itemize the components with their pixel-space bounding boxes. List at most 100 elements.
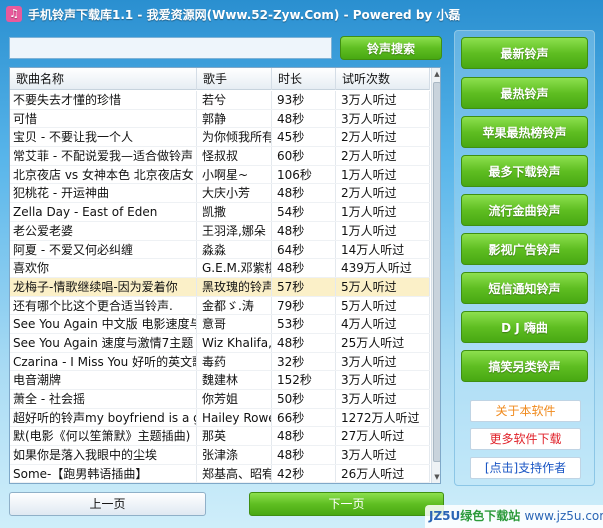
- table-row[interactable]: 老公爱老婆 王羽泽,娜朵 48秒 1万人听过: [10, 221, 430, 241]
- cell-singer: 郑基高、昭宥: [197, 464, 272, 483]
- support-author-link[interactable]: [点击]支持作者: [470, 457, 581, 479]
- watermark-brand-b: 绿色下载站: [460, 509, 521, 523]
- category-most-downloaded-button[interactable]: 最多下载铃声: [461, 155, 588, 187]
- cell-song-name: 不要失去才懂的珍惜: [10, 91, 197, 109]
- category-film-ad-button[interactable]: 影视广告铃声: [461, 233, 588, 265]
- cell-song-name: Some-【跑男韩语插曲】: [10, 464, 197, 483]
- cell-singer: 那英: [197, 427, 272, 446]
- search-input[interactable]: [9, 37, 332, 59]
- table-row[interactable]: 电音潮牌 魏建林 152秒 3万人听过: [10, 371, 430, 390]
- scroll-up-arrow-icon[interactable]: ▲: [432, 68, 440, 80]
- cell-duration: 93秒: [272, 91, 336, 109]
- table-body: 不要失去才懂的珍惜 若兮 93秒 3万人听过 可惜 郭静 48秒 3万人听过 宝贝 - 不要让我…: [10, 91, 430, 483]
- cell-listen-count: 27万人听过: [336, 427, 430, 446]
- category-hottest-button[interactable]: 最热铃声: [461, 77, 588, 109]
- cell-duration: 53秒: [272, 315, 336, 333]
- table-row[interactable]: 常艾菲 - 不配说爱我—适合做铃声 怪叔叔 60秒 2万人听过: [10, 147, 430, 166]
- cell-listen-count: 2万人听过: [336, 128, 430, 147]
- cell-singer: 王羽泽,娜朵: [197, 221, 272, 240]
- table-row[interactable]: 默(电影《何以笙箫默》主题插曲) 那英 48秒 27万人听过: [10, 427, 430, 447]
- table-row[interactable]: 可惜 郭静 48秒 3万人听过: [10, 109, 430, 129]
- cell-duration: 48秒: [272, 446, 336, 464]
- table-row[interactable]: 还有哪个比这个更合适当铃声. 金都ゞ.涛 79秒 5万人听过: [10, 296, 430, 316]
- cell-song-name: 北京夜店 vs 女神本色 北京夜店女: [10, 165, 197, 184]
- site-watermark: JZ5U绿色下载站 www.jz5u.com: [425, 505, 603, 528]
- cell-song-name: 龙梅子-情歌继续唱-因为爱着你: [10, 277, 197, 296]
- cell-song-name: Zella Day - East of Eden: [10, 203, 197, 221]
- category-funny-button[interactable]: 搞笑另类铃声: [461, 350, 588, 382]
- table-row[interactable]: 犯桃花 - 开运神曲 大庆小芳 48秒 2万人听过: [10, 184, 430, 204]
- ringtone-table: 歌曲名称 歌手 时长 试听次数 不要失去才懂的珍惜 若兮 93秒 3万人听过 可惜 郭静 4…: [9, 67, 441, 484]
- scroll-down-arrow-icon[interactable]: ▼: [432, 471, 440, 483]
- table-row[interactable]: 龙梅子-情歌继续唱-因为爱着你 黑玫瑰的铃声 57秒 5万人听过: [10, 277, 430, 297]
- category-dj-button[interactable]: D J 嗨曲: [461, 311, 588, 343]
- cell-duration: 45秒: [272, 128, 336, 147]
- table-row[interactable]: See You Again 中文版 电影速度与 意哥 53秒 4万人听过: [10, 315, 430, 334]
- cell-singer: 为你倾我所有: [197, 128, 272, 147]
- title-bar: ♫ 手机铃声下载库1.1 - 我爱资源网(Www.52-Zyw.Com) - P…: [0, 0, 603, 28]
- column-header-song-name[interactable]: 歌曲名称: [10, 68, 197, 90]
- cell-singer: 怪叔叔: [197, 147, 272, 165]
- cell-song-name: 默(电影《何以笙箫默》主题插曲): [10, 427, 197, 446]
- watermark-url: www.jz5u.com: [524, 509, 603, 523]
- cell-duration: 66秒: [272, 408, 336, 427]
- category-newest-button[interactable]: 最新铃声: [461, 37, 588, 69]
- category-sms-notify-button[interactable]: 短信通知铃声: [461, 272, 588, 304]
- table-row[interactable]: 北京夜店 vs 女神本色 北京夜店女 小啊星~ 106秒 1万人听过: [10, 165, 430, 185]
- cell-listen-count: 439万人听过: [336, 259, 430, 277]
- cell-listen-count: 1万人听过: [336, 203, 430, 221]
- cell-duration: 48秒: [272, 333, 336, 352]
- cell-singer: 若兮: [197, 91, 272, 109]
- table-row[interactable]: See You Again 速度与激情7主题 Wiz Khalifa, 48秒 25万…: [10, 333, 430, 353]
- vertical-scrollbar[interactable]: ▲ ▼: [431, 68, 440, 483]
- more-software-link[interactable]: 更多软件下载: [470, 428, 581, 450]
- table-row[interactable]: Czarina - I Miss You 好听的英文歌 毒药 32秒 3万人听过: [10, 352, 430, 372]
- window-title: 手机铃声下载库1.1 - 我爱资源网(Www.52-Zyw.Com) - Pow…: [28, 7, 461, 22]
- cell-song-name: 电音潮牌: [10, 371, 197, 389]
- cell-listen-count: 1万人听过: [336, 165, 430, 184]
- cell-listen-count: 1万人听过: [336, 221, 430, 240]
- music-icon: ♫: [6, 6, 22, 22]
- cell-duration: 60秒: [272, 147, 336, 165]
- column-header-listen-count[interactable]: 试听次数: [336, 68, 430, 90]
- cell-duration: 48秒: [272, 184, 336, 203]
- table-row[interactable]: 阿夏 - 不爱又何必纠缠 淼淼 64秒 14万人听过: [10, 240, 430, 260]
- cell-listen-count: 4万人听过: [336, 315, 430, 333]
- table-row[interactable]: 萧全 - 社会摇 你芳姐 50秒 3万人听过: [10, 390, 430, 409]
- cell-song-name: 萧全 - 社会摇: [10, 390, 197, 408]
- table-row[interactable]: 宝贝 - 不要让我一个人 为你倾我所有 45秒 2万人听过: [10, 128, 430, 148]
- cell-duration: 48秒: [272, 259, 336, 277]
- cell-duration: 64秒: [272, 240, 336, 259]
- search-button[interactable]: 铃声搜索: [340, 36, 442, 60]
- cell-song-name: 喜欢你: [10, 259, 197, 277]
- cell-singer: Wiz Khalifa,: [197, 333, 272, 352]
- cell-singer: 意哥: [197, 315, 272, 333]
- cell-listen-count: 26万人听过: [336, 464, 430, 483]
- scroll-thumb[interactable]: [433, 82, 440, 462]
- column-header-singer[interactable]: 歌手: [197, 68, 272, 90]
- table-row[interactable]: 超好听的铃声my boyfriend is a g Hailey Rowe 66秒 1…: [10, 408, 430, 428]
- table-row[interactable]: Zella Day - East of Eden 凯撒 54秒 1万人听过: [10, 203, 430, 222]
- cell-duration: 54秒: [272, 203, 336, 221]
- cell-singer: 金都ゞ.涛: [197, 296, 272, 315]
- cell-listen-count: 2万人听过: [336, 147, 430, 165]
- category-pop-hits-button[interactable]: 流行金曲铃声: [461, 194, 588, 226]
- cell-duration: 42秒: [272, 464, 336, 483]
- prev-page-button[interactable]: 上一页: [9, 492, 206, 516]
- table-row[interactable]: 不要失去才懂的珍惜 若兮 93秒 3万人听过: [10, 91, 430, 110]
- cell-listen-count: 3万人听过: [336, 446, 430, 464]
- cell-singer: 你芳姐: [197, 390, 272, 408]
- table-header: 歌曲名称 歌手 时长 试听次数: [10, 68, 430, 90]
- next-page-button[interactable]: 下一页: [249, 492, 444, 516]
- cell-listen-count: 25万人听过: [336, 333, 430, 352]
- cell-song-name: 老公爱老婆: [10, 221, 197, 240]
- column-header-duration[interactable]: 时长: [272, 68, 336, 90]
- cell-song-name: 宝贝 - 不要让我一个人: [10, 128, 197, 147]
- category-apple-hot-button[interactable]: 苹果最热榜铃声: [461, 116, 588, 148]
- table-row[interactable]: 喜欢你 G.E.M.邓紫棋 48秒 439万人听过: [10, 259, 430, 278]
- cell-song-name: 常艾菲 - 不配说爱我—适合做铃声: [10, 147, 197, 165]
- table-row[interactable]: Some-【跑男韩语插曲】 郑基高、昭宥 42秒 26万人听过: [10, 464, 430, 483]
- table-row[interactable]: 如果你是落入我眼中的尘埃 张津涤 48秒 3万人听过: [10, 446, 430, 465]
- cell-duration: 48秒: [272, 221, 336, 240]
- about-software-link[interactable]: 关于本软件: [470, 400, 581, 422]
